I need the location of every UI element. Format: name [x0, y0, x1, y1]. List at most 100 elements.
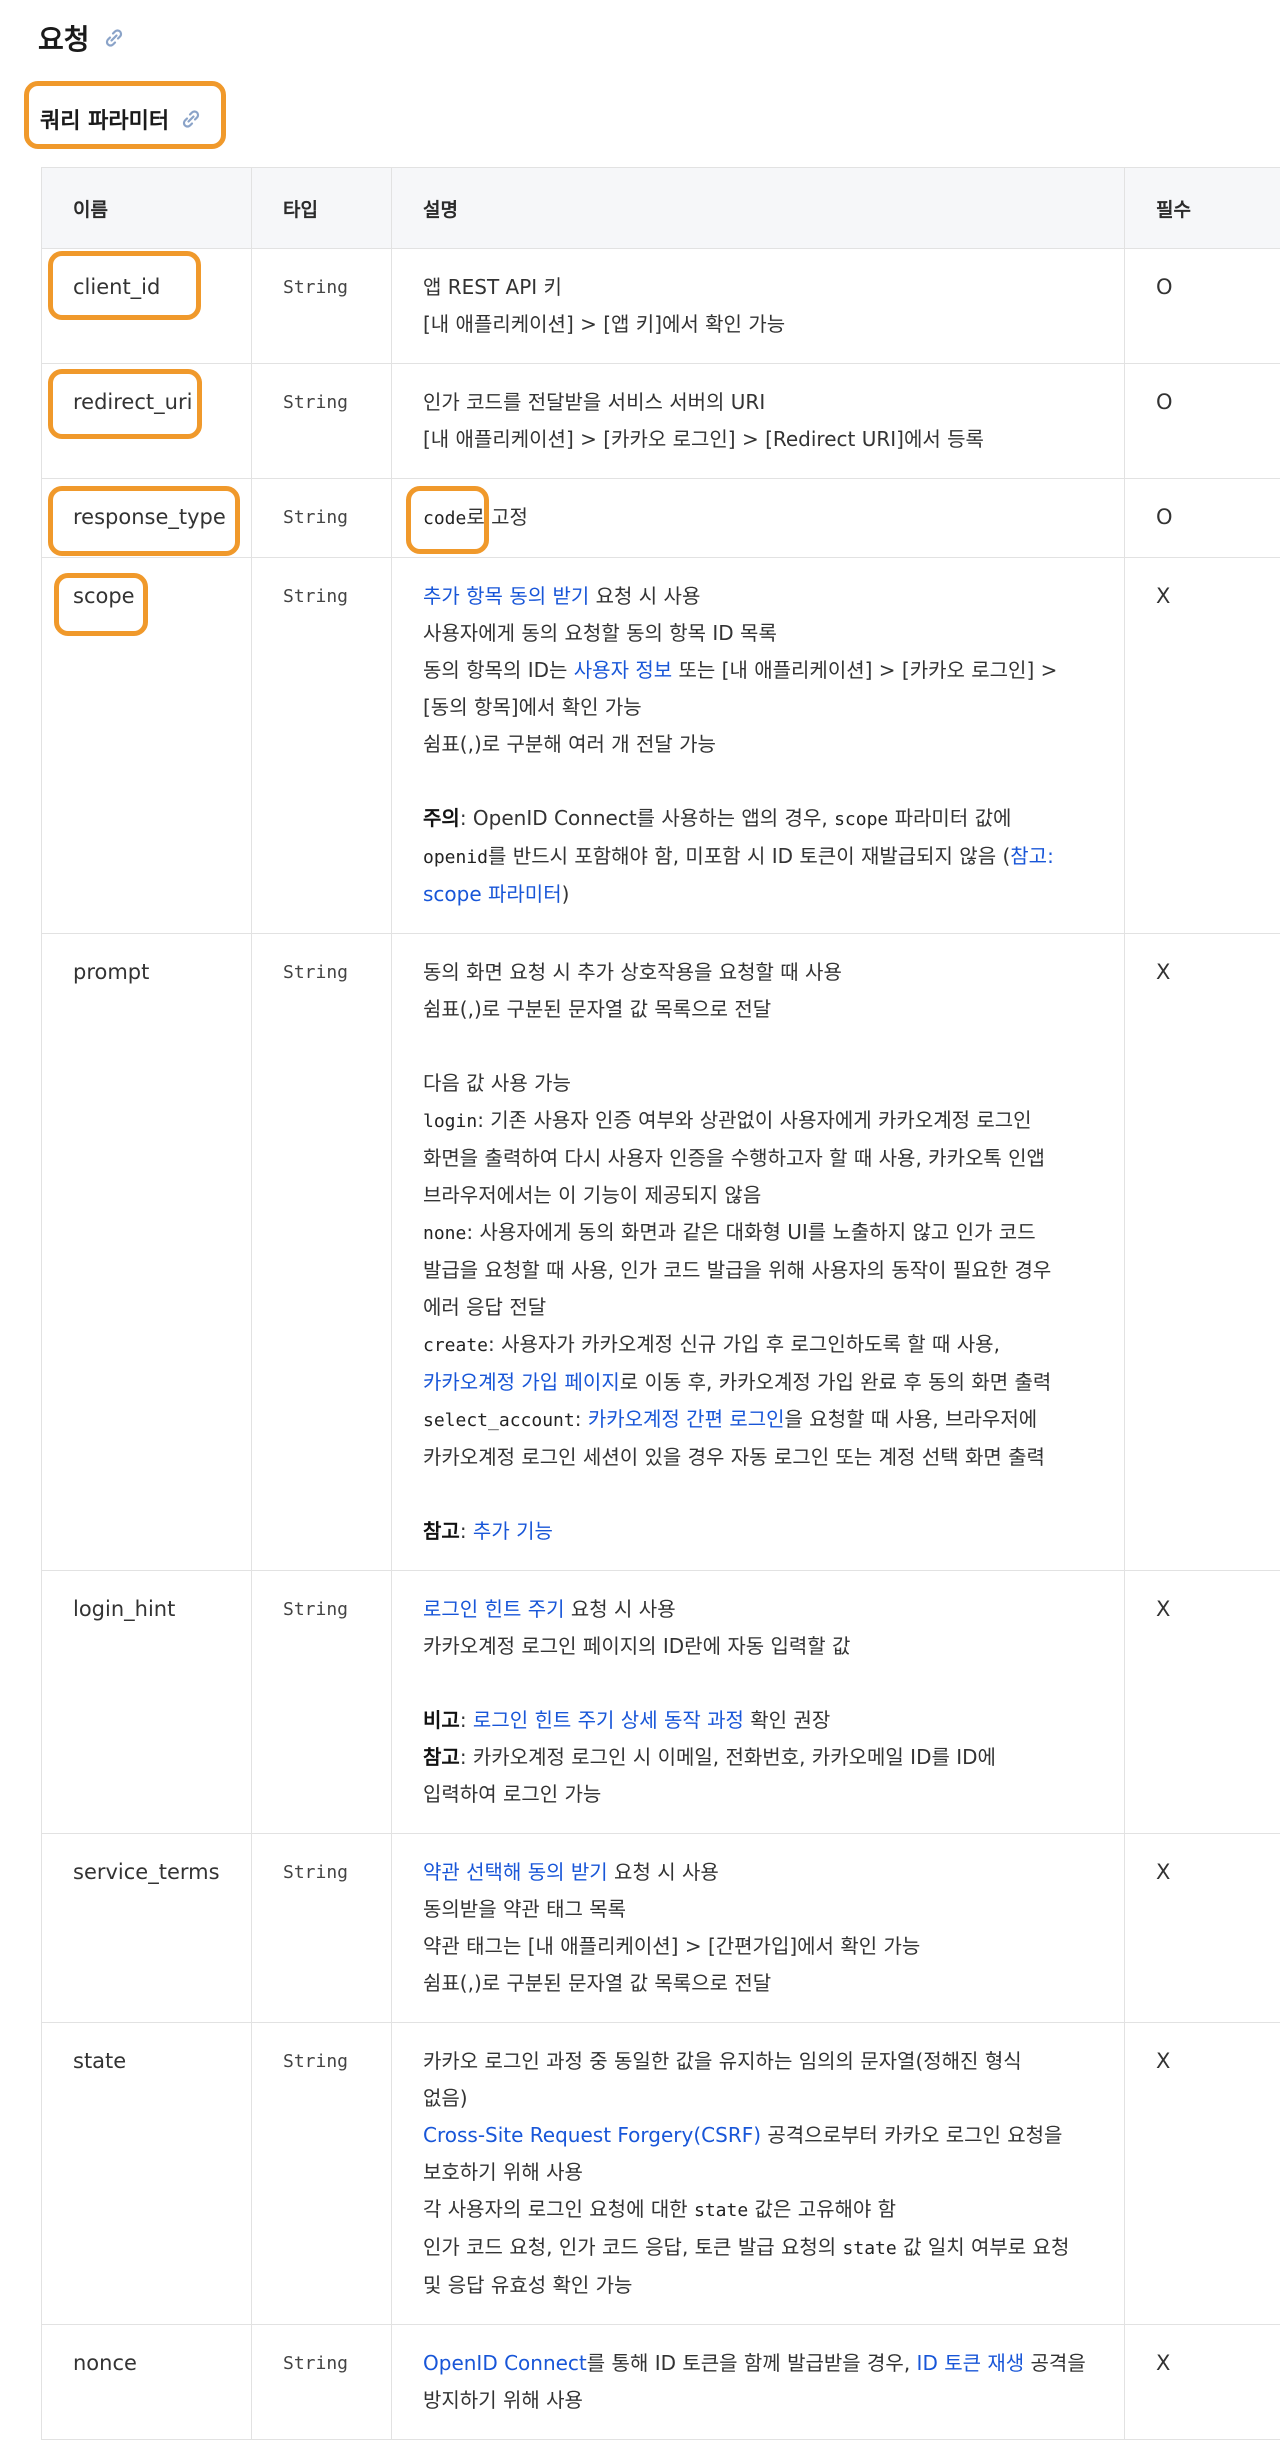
doc-link[interactable]: ID 토큰 재생	[917, 2351, 1025, 2375]
param-description: OpenID Connect를 통해 ID 토큰을 함께 발급받을 경우, ID…	[392, 2325, 1125, 2440]
param-required: X	[1125, 1834, 1280, 2023]
description-line	[423, 1028, 1124, 1065]
description-text: : 사용자에게 동의 화면과 같은 대화형 UI를 노출하지 않고 인가 코드	[466, 1220, 1035, 1244]
description-line: 쉼표(,)로 구분된 문자열 값 목록으로 전달	[423, 1965, 1124, 2002]
param-description: 동의 화면 요청 시 추가 상호작용을 요청할 때 사용쉼표(,)로 구분된 문…	[392, 934, 1125, 1571]
bold-label: 참고	[423, 1745, 460, 1769]
doc-link[interactable]: Cross-Site Request Forgery(CSRF)	[423, 2123, 761, 2147]
link-icon[interactable]	[102, 26, 126, 50]
param-name: client_id	[42, 249, 252, 364]
description-line: 주의: OpenID Connect를 사용하는 앱의 경우, scope 파라…	[423, 800, 1124, 838]
description-text: 쉼표(,)로 구분된 문자열 값 목록으로 전달	[423, 1971, 771, 1995]
description-line: 브라우저에서는 이 기능이 제공되지 않음	[423, 1177, 1124, 1214]
description-text: 요청 시 사용	[608, 1860, 719, 1884]
description-text: : 기존 사용자 인증 여부와 상관없이 사용자에게 카카오계정 로그인	[477, 1108, 1031, 1132]
param-name: response_type	[42, 479, 252, 558]
description-text: [내 애플리케이션] > [앱 키]에서 확인 가능	[423, 312, 785, 336]
description-line: 쉼표(,)로 구분해 여러 개 전달 가능	[423, 726, 1124, 763]
description-text: 공격으로부터 카카오 로그인 요청을	[761, 2123, 1062, 2147]
param-description: 앱 REST API 키 [내 애플리케이션] > [앱 키]에서 확인 가능	[392, 249, 1125, 364]
table-body: client_idString앱 REST API 키[내 애플리케이션] > …	[42, 249, 1280, 2440]
doc-link[interactable]: 사용자 정보	[574, 658, 672, 682]
param-required: X	[1125, 2325, 1280, 2440]
param-type: String	[252, 249, 392, 364]
description-text: 쉼표(,)로 구분된 문자열 값 목록으로 전달	[423, 997, 771, 1021]
description-line: none: 사용자에게 동의 화면과 같은 대화형 UI를 노출하지 않고 인가…	[423, 1214, 1124, 1252]
param-name: state	[42, 2023, 252, 2325]
bold-label: 참고	[423, 1519, 460, 1543]
description-text: 입력하여 로그인 가능	[423, 1782, 601, 1806]
doc-link[interactable]: 참고:	[1010, 844, 1054, 868]
description-text: 및 응답 유효성 확인 가능	[423, 2273, 632, 2297]
description-text: 인가 코드를 전달받을 서비스 서버의 URI	[423, 390, 765, 414]
description-line	[423, 1665, 1124, 1702]
doc-link[interactable]: 추가 기능	[473, 1519, 553, 1543]
inline-code: none	[423, 1223, 466, 1244]
param-description: 약관 선택해 동의 받기 요청 시 사용동의받을 약관 태그 목록약관 태그는 …	[392, 1834, 1125, 2023]
header-type: 타입	[252, 168, 392, 249]
description-text: 값 일치 여부로 요청	[897, 2235, 1070, 2259]
description-text: 을 요청할 때 사용, 브라우저에	[785, 1407, 1038, 1431]
description-line: 참고: 추가 기능	[423, 1513, 1124, 1550]
inline-code: state	[694, 2200, 748, 2221]
description-text: 약관 태그는 [내 애플리케이션] > [간편가입]에서 확인 가능	[423, 1934, 920, 1958]
description-line: 참고: 카카오계정 로그인 시 이메일, 전화번호, 카카오메일 ID를 ID에	[423, 1739, 1124, 1776]
description-text: 동의 항목의 ID는	[423, 658, 574, 682]
description-line: 로그인 힌트 주기 요청 시 사용	[423, 1591, 1124, 1628]
doc-link[interactable]: OpenID Connect	[423, 2351, 587, 2375]
param-description: 카카오 로그인 과정 중 동일한 값을 유지하는 임의의 문자열(정해진 형식없…	[392, 2023, 1125, 2325]
doc-link[interactable]: 로그인 힌트 주기	[423, 1597, 565, 1621]
description-line: 카카오계정 가입 페이지로 이동 후, 카카오계정 가입 완료 후 동의 화면 …	[423, 1364, 1124, 1401]
doc-link[interactable]: 카카오계정 가입 페이지	[423, 1370, 620, 1394]
description-line: 동의 화면 요청 시 추가 상호작용을 요청할 때 사용	[423, 954, 1124, 991]
description-line: 카카오 로그인 과정 중 동일한 값을 유지하는 임의의 문자열(정해진 형식	[423, 2043, 1124, 2080]
param-description: 로그인 힌트 주기 요청 시 사용카카오계정 로그인 페이지의 ID란에 자동 …	[392, 1571, 1125, 1834]
param-type: String	[252, 934, 392, 1571]
description-text: 동의받을 약관 태그 목록	[423, 1897, 626, 1921]
doc-link[interactable]: 로그인 힌트 주기 상세 동작 과정	[473, 1708, 744, 1732]
table-row: scopeString추가 항목 동의 받기 요청 시 사용사용자에게 동의 요…	[42, 558, 1280, 934]
table-header-row: 이름 타입 설명 필수	[42, 168, 1280, 249]
description-text: 를 통해 ID 토큰을 함께 발급받을 경우,	[587, 2351, 917, 2375]
description-text: 공격을	[1024, 2351, 1086, 2375]
doc-link[interactable]: 약관 선택해 동의 받기	[423, 1860, 608, 1884]
param-type: String	[252, 364, 392, 479]
description-text: 확인 권장	[744, 1708, 830, 1732]
doc-link[interactable]: 카카오계정 간편 로그인	[588, 1407, 785, 1431]
description-line: 보호하기 위해 사용	[423, 2154, 1124, 2191]
description-text: 카카오 로그인 과정 중 동일한 값을 유지하는 임의의 문자열(정해진 형식	[423, 2049, 1022, 2073]
param-type: String	[252, 1834, 392, 2023]
description-text: 로 이동 후, 카카오계정 가입 완료 후 동의 화면 출력	[620, 1370, 1052, 1394]
param-required: X	[1125, 1571, 1280, 1834]
inline-code: select_account	[423, 1410, 575, 1431]
description-line: OpenID Connect를 통해 ID 토큰을 함께 발급받을 경우, ID…	[423, 2345, 1124, 2382]
param-name: redirect_uri	[42, 364, 252, 479]
link-icon[interactable]	[179, 107, 203, 131]
description-line: 다음 값 사용 가능	[423, 1065, 1124, 1102]
table-row: redirect_uriString 인가 코드를 전달받을 서비스 서버의 UR…	[42, 364, 1280, 479]
doc-link[interactable]: scope 파라미터	[423, 882, 562, 906]
description-line: 동의받을 약관 태그 목록	[423, 1891, 1124, 1928]
param-required: O	[1125, 364, 1280, 479]
description-line	[423, 1476, 1124, 1513]
param-name: login_hint	[42, 1571, 252, 1834]
subsection-title-text: 쿼리 파라미터	[40, 103, 169, 135]
inline-code: openid	[423, 847, 488, 868]
description-line: openid를 반드시 포함해야 함, 미포함 시 ID 토큰이 재발급되지 않…	[423, 838, 1124, 876]
description-text: 보호하기 위해 사용	[423, 2160, 583, 2184]
doc-link[interactable]: 추가 항목 동의 받기	[423, 584, 589, 608]
bold-label: 주의	[423, 806, 460, 830]
description-line: 약관 선택해 동의 받기 요청 시 사용	[423, 1854, 1124, 1891]
inline-code: login	[423, 1111, 477, 1132]
description-line: scope 파라미터)	[423, 876, 1124, 913]
description-line: 비고: 로그인 힌트 주기 상세 동작 과정 확인 권장	[423, 1702, 1124, 1739]
description-line: code로 고정	[423, 499, 1124, 537]
description-text: )	[562, 882, 570, 906]
description-line	[423, 763, 1124, 800]
description-line: [동의 항목]에서 확인 가능	[423, 689, 1124, 726]
description-text: 에러 응답 전달	[423, 1295, 546, 1319]
param-type: String	[252, 2023, 392, 2325]
description-line: 앱 REST API 키	[423, 269, 1124, 306]
param-name: nonce	[42, 2325, 252, 2440]
description-text: :	[460, 1708, 473, 1732]
